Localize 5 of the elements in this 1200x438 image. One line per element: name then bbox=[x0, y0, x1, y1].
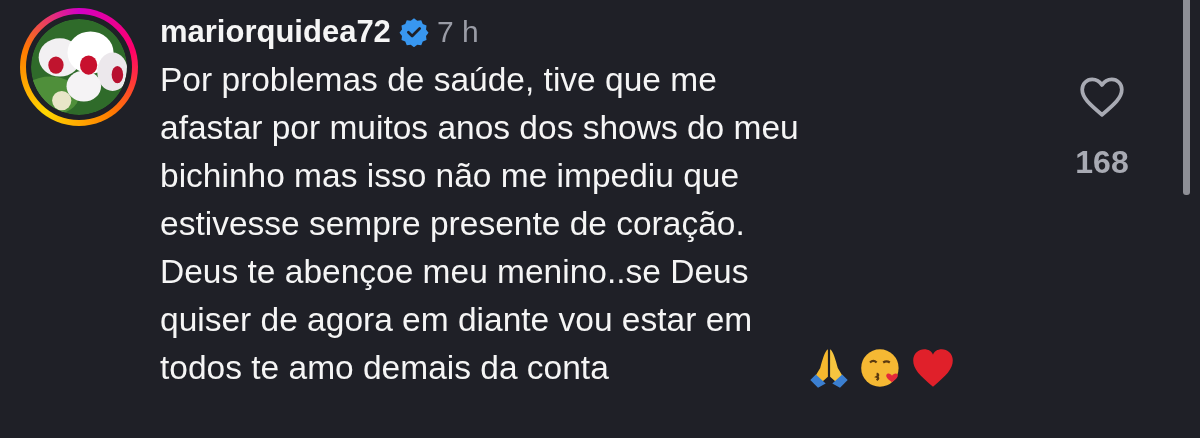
timestamp: 7 h bbox=[436, 15, 479, 49]
scrollbar[interactable] bbox=[1183, 0, 1190, 195]
like-count: 168 bbox=[1075, 144, 1129, 181]
username[interactable]: mariorquidea72 bbox=[160, 14, 391, 50]
comment-text: Por problemas de saúde, tive que me afastar por muitos anos dos shows do meu bichinho mas isso não me impediu que estivesse sempre presente de coração. Deus te abençoe meu menino..se Deus quiser de agora em diante vou estar em todos te amo demais da conta bbox=[160, 60, 799, 388]
